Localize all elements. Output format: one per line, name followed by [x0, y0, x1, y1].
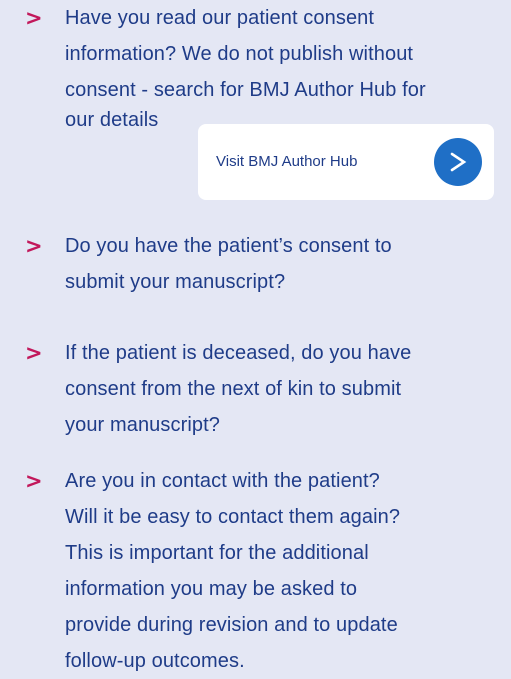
text-line: information? We do not publish without	[65, 43, 414, 65]
text-line: Will it be easy to contact them again?	[65, 506, 401, 528]
text-line: Do you have the patient’s consent to	[65, 235, 392, 257]
consent-checklist-panel: > Have you read our patient consent info…	[0, 0, 511, 679]
chevron-right-icon: >	[25, 469, 43, 493]
checklist-item-text: Do you have the patient’s consent to sub…	[65, 228, 501, 300]
text-line: your manuscript?	[65, 414, 220, 436]
text-line: follow-up outcomes.	[65, 650, 245, 672]
text-line: consent from the next of kin to submit	[65, 378, 402, 400]
checklist-item-text: Have you read our patient consent inform…	[65, 0, 501, 144]
chevron-right-icon: >	[25, 6, 43, 30]
text-line: Are you in contact with the patient?	[65, 470, 380, 492]
chevron-right-icon: >	[25, 234, 43, 258]
chevron-right-icon: >	[25, 341, 43, 365]
author-hub-link[interactable]: Visit BMJ Author Hub	[216, 124, 357, 200]
text-line: This is important for the additional	[65, 542, 369, 564]
text-line: provide during revision and to update	[65, 614, 398, 636]
author-hub-button[interactable]	[434, 138, 482, 186]
checklist-item-text: Are you in contact with the patient? Wil…	[65, 463, 501, 679]
author-hub-card[interactable]: Visit BMJ Author Hub	[198, 124, 494, 200]
text-line: information you may be asked to	[65, 578, 358, 600]
text-line: submit your manuscript?	[65, 271, 286, 293]
text-line: If the patient is deceased, do you have	[65, 342, 412, 364]
checklist-item-text: If the patient is deceased, do you have …	[65, 335, 501, 443]
text-line: Have you read our patient consent	[65, 7, 375, 29]
chevron-right-icon	[450, 152, 467, 172]
